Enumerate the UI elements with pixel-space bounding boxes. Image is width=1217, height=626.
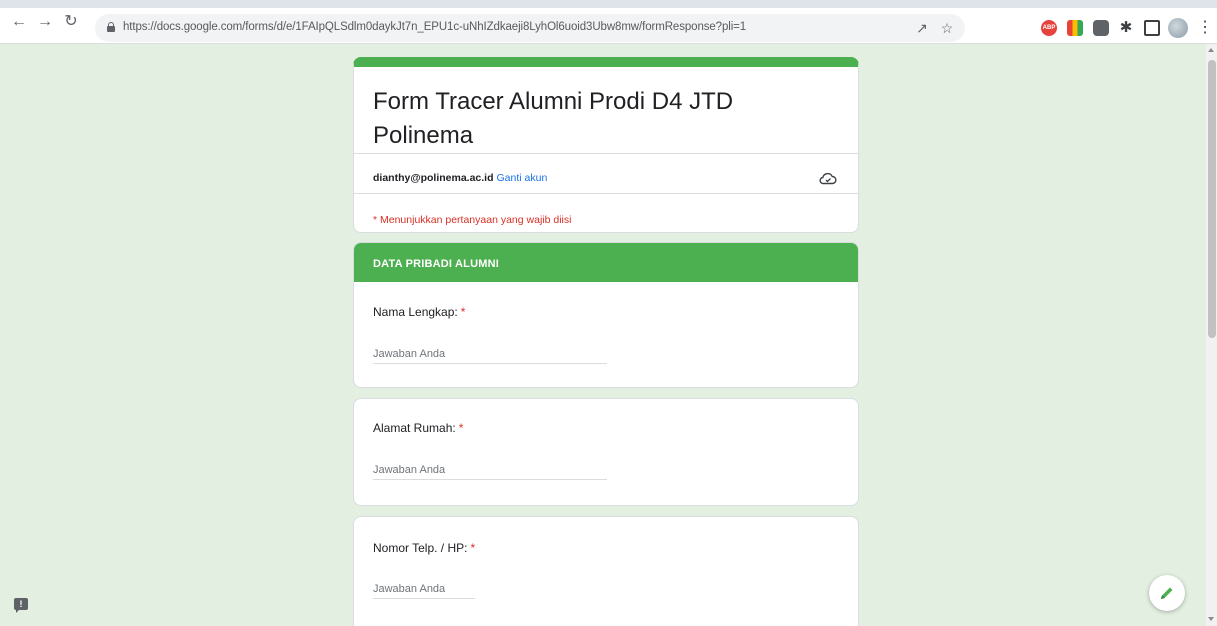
- question-label-alamat: Alamat Rumah: *: [373, 421, 463, 435]
- account-email: dianthy@polinema.ac.id: [373, 172, 494, 184]
- question-label-telp: Nomor Telp. / HP: *: [373, 541, 475, 555]
- question-card-alamat: Alamat Rumah: *: [353, 398, 859, 506]
- required-star: *: [458, 421, 464, 435]
- divider: [354, 193, 858, 194]
- scroll-down-icon[interactable]: [1208, 617, 1214, 621]
- lock-icon[interactable]: [107, 22, 115, 32]
- required-star: *: [470, 541, 476, 555]
- forward-arrow-icon[interactable]: →: [36, 13, 54, 31]
- nomor-telp-input[interactable]: [373, 579, 475, 599]
- bars-extension-icon[interactable]: [1067, 20, 1083, 36]
- section-header: DATA PRIBADI ALUMNI: [354, 243, 858, 282]
- feedback-icon[interactable]: !: [14, 598, 28, 613]
- question-text: Nomor Telp. / HP:: [373, 541, 468, 555]
- question-card-telp: Nomor Telp. / HP: *: [353, 516, 859, 626]
- puzzle-icon[interactable]: ✱: [1118, 20, 1134, 36]
- form-header-card: Form Tracer Alumni Prodi D4 JTD Polinema…: [353, 57, 859, 233]
- alamat-rumah-input[interactable]: [373, 460, 607, 480]
- pencil-icon: [1161, 587, 1173, 599]
- section-title: DATA PRIBADI ALUMNI: [373, 258, 500, 270]
- profile-avatar-icon[interactable]: [1168, 18, 1188, 38]
- account-info: dianthy@polinema.ac.id Ganti akun: [373, 172, 547, 184]
- divider: [354, 153, 858, 154]
- question-text: Nama Lengkap:: [373, 305, 458, 319]
- reload-icon[interactable]: ↻: [62, 13, 80, 31]
- url-text[interactable]: https://docs.google.com/forms/d/e/1FAIpQ…: [123, 21, 746, 33]
- scroll-up-icon[interactable]: [1208, 48, 1214, 52]
- question-label-nama: Nama Lengkap: *: [373, 305, 465, 319]
- extension-icon[interactable]: [1093, 20, 1109, 36]
- side-panel-icon[interactable]: [1144, 20, 1160, 36]
- share-icon[interactable]: ↗: [913, 19, 931, 37]
- address-bar[interactable]: https://docs.google.com/forms/d/e/1FAIpQ…: [95, 14, 965, 42]
- browser-toolbar: ← → ↻ https://docs.google.com/forms/d/e/…: [0, 0, 1217, 44]
- question-text: Alamat Rumah:: [373, 421, 456, 435]
- star-icon[interactable]: ☆: [938, 19, 956, 37]
- required-note: * Menunjukkan pertanyaan yang wajib diis…: [373, 214, 572, 226]
- nama-lengkap-input[interactable]: [373, 344, 607, 364]
- back-arrow-icon[interactable]: ←: [10, 13, 28, 31]
- edit-button[interactable]: [1149, 575, 1185, 611]
- form-title: Form Tracer Alumni Prodi D4 JTD Polinema: [373, 88, 734, 149]
- section-card: DATA PRIBADI ALUMNI Nama Lengkap: *: [353, 242, 859, 388]
- adblock-extension-icon[interactable]: ABP: [1041, 20, 1057, 36]
- scrollbar-thumb[interactable]: [1208, 60, 1216, 338]
- switch-account-link[interactable]: Ganti akun: [497, 172, 548, 184]
- cloud-saved-icon[interactable]: [819, 171, 837, 185]
- menu-dots-icon[interactable]: ⋮: [1197, 19, 1213, 37]
- required-star: *: [460, 305, 466, 319]
